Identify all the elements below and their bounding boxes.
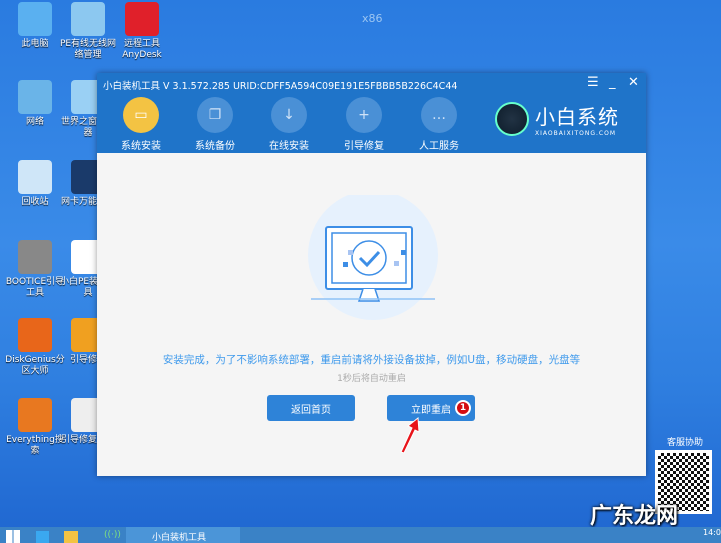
taskview-button[interactable] — [36, 531, 49, 543]
restart-countdown: 1秒后将自动重启 — [337, 374, 406, 384]
taskbar-app-installer[interactable]: 小白装机工具 — [126, 527, 240, 543]
network-tool-icon[interactable]: ((·)) — [104, 530, 121, 540]
tab-system-backup[interactable]: ❐ 系统备份 — [185, 97, 245, 152]
start-button[interactable] — [6, 530, 20, 543]
menu-icon[interactable]: ☰ — [587, 75, 599, 90]
tab-system-install[interactable]: ▭ 系统安装 — [111, 97, 171, 152]
desktop-icon-label: Everything搜索 — [6, 435, 64, 456]
site-watermark: 广东龙网 — [590, 504, 679, 529]
tab-online-install[interactable]: ↓ 在线安装 — [259, 97, 319, 152]
app-icon — [18, 160, 52, 194]
desktop-icon-label: 网络 — [25, 117, 44, 127]
window-header: 小白装机工具 V 3.1.572.285 URID:CDFF5A594C09E1… — [97, 73, 646, 153]
app-icon — [18, 318, 52, 352]
toolbox-icon: + — [346, 97, 382, 133]
desktop-icon-label: DiskGenius分区大师 — [5, 355, 65, 376]
desktop-icon-label: 此电脑 — [21, 39, 49, 49]
tab-label: 系统安装 — [121, 141, 161, 152]
app-icon — [18, 398, 52, 432]
desktop-icon[interactable]: 远程工具AnyDesk — [112, 2, 172, 61]
desktop-icon-label: BOOTICE引导工具 — [5, 277, 65, 298]
desktop-icon-label: PE有线无线网络管理 — [59, 39, 117, 60]
desktop-icon-label: 远程工具AnyDesk — [122, 39, 162, 60]
red-arrow-pointer — [400, 417, 420, 454]
app-icon — [18, 240, 52, 274]
logo-name: 小白系统 — [535, 105, 619, 129]
desktop-watermark: x86 — [362, 12, 383, 25]
tab-label: 人工服务 — [419, 141, 459, 152]
taskbar: ((·)) 小白装机工具 14:0 — [0, 527, 721, 543]
tab-support[interactable]: … 人工服务 — [409, 97, 469, 152]
chat-icon: … — [421, 97, 457, 133]
installer-window: 小白装机工具 V 3.1.572.285 URID:CDFF5A594C09E1… — [97, 73, 646, 476]
logo-icon — [495, 102, 529, 136]
brand-logo: 小白系统 XIAOBAIXITONG.COM — [495, 101, 619, 137]
backup-icon: ❐ — [197, 97, 233, 133]
window-title: 小白装机工具 V 3.1.572.285 URID:CDFF5A594C09E1… — [103, 81, 458, 92]
tab-label: 在线安装 — [269, 141, 309, 152]
download-icon: ↓ — [271, 97, 307, 133]
explorer-icon[interactable] — [64, 531, 78, 543]
install-complete-illustration — [308, 195, 438, 320]
install-icon: ▭ — [123, 97, 159, 133]
app-icon — [71, 2, 105, 36]
tab-boot-repair[interactable]: + 引导修复 — [334, 97, 394, 152]
app-icon — [18, 2, 52, 36]
desktop-icon-label: 回收站 — [21, 197, 49, 207]
back-home-button[interactable]: 返回首页 — [267, 395, 355, 421]
desktop-icon[interactable]: 回收站 — [5, 160, 65, 208]
desktop-icon[interactable]: DiskGenius分区大师 — [5, 318, 65, 377]
app-icon — [125, 2, 159, 36]
close-button[interactable]: ✕ — [628, 75, 639, 90]
desktop-icon[interactable]: BOOTICE引导工具 — [5, 240, 65, 299]
install-complete-message: 安装完成，为了不影响系统部署，重启前请将外接设备拔掉，例如U盘，移动硬盘，光盘等 — [162, 354, 581, 366]
logo-url: XIAOBAIXITONG.COM — [535, 130, 616, 137]
clock[interactable]: 14:0 — [703, 528, 721, 537]
desktop-icon[interactable]: 此电脑 — [5, 2, 65, 50]
app-icon — [18, 80, 52, 114]
taskbar-app-label: 小白装机工具 — [152, 533, 207, 543]
help-label: 客服协助 — [667, 438, 704, 448]
minimize-button[interactable]: _ — [609, 75, 616, 90]
tab-label: 系统备份 — [195, 141, 235, 152]
desktop-icon[interactable]: 网络 — [5, 80, 65, 128]
step-badge: 1 — [455, 400, 471, 416]
desktop-icon[interactable]: Everything搜索 — [5, 398, 65, 457]
desktop-icon[interactable]: PE有线无线网络管理 — [58, 2, 118, 61]
tab-label: 引导修复 — [344, 141, 384, 152]
